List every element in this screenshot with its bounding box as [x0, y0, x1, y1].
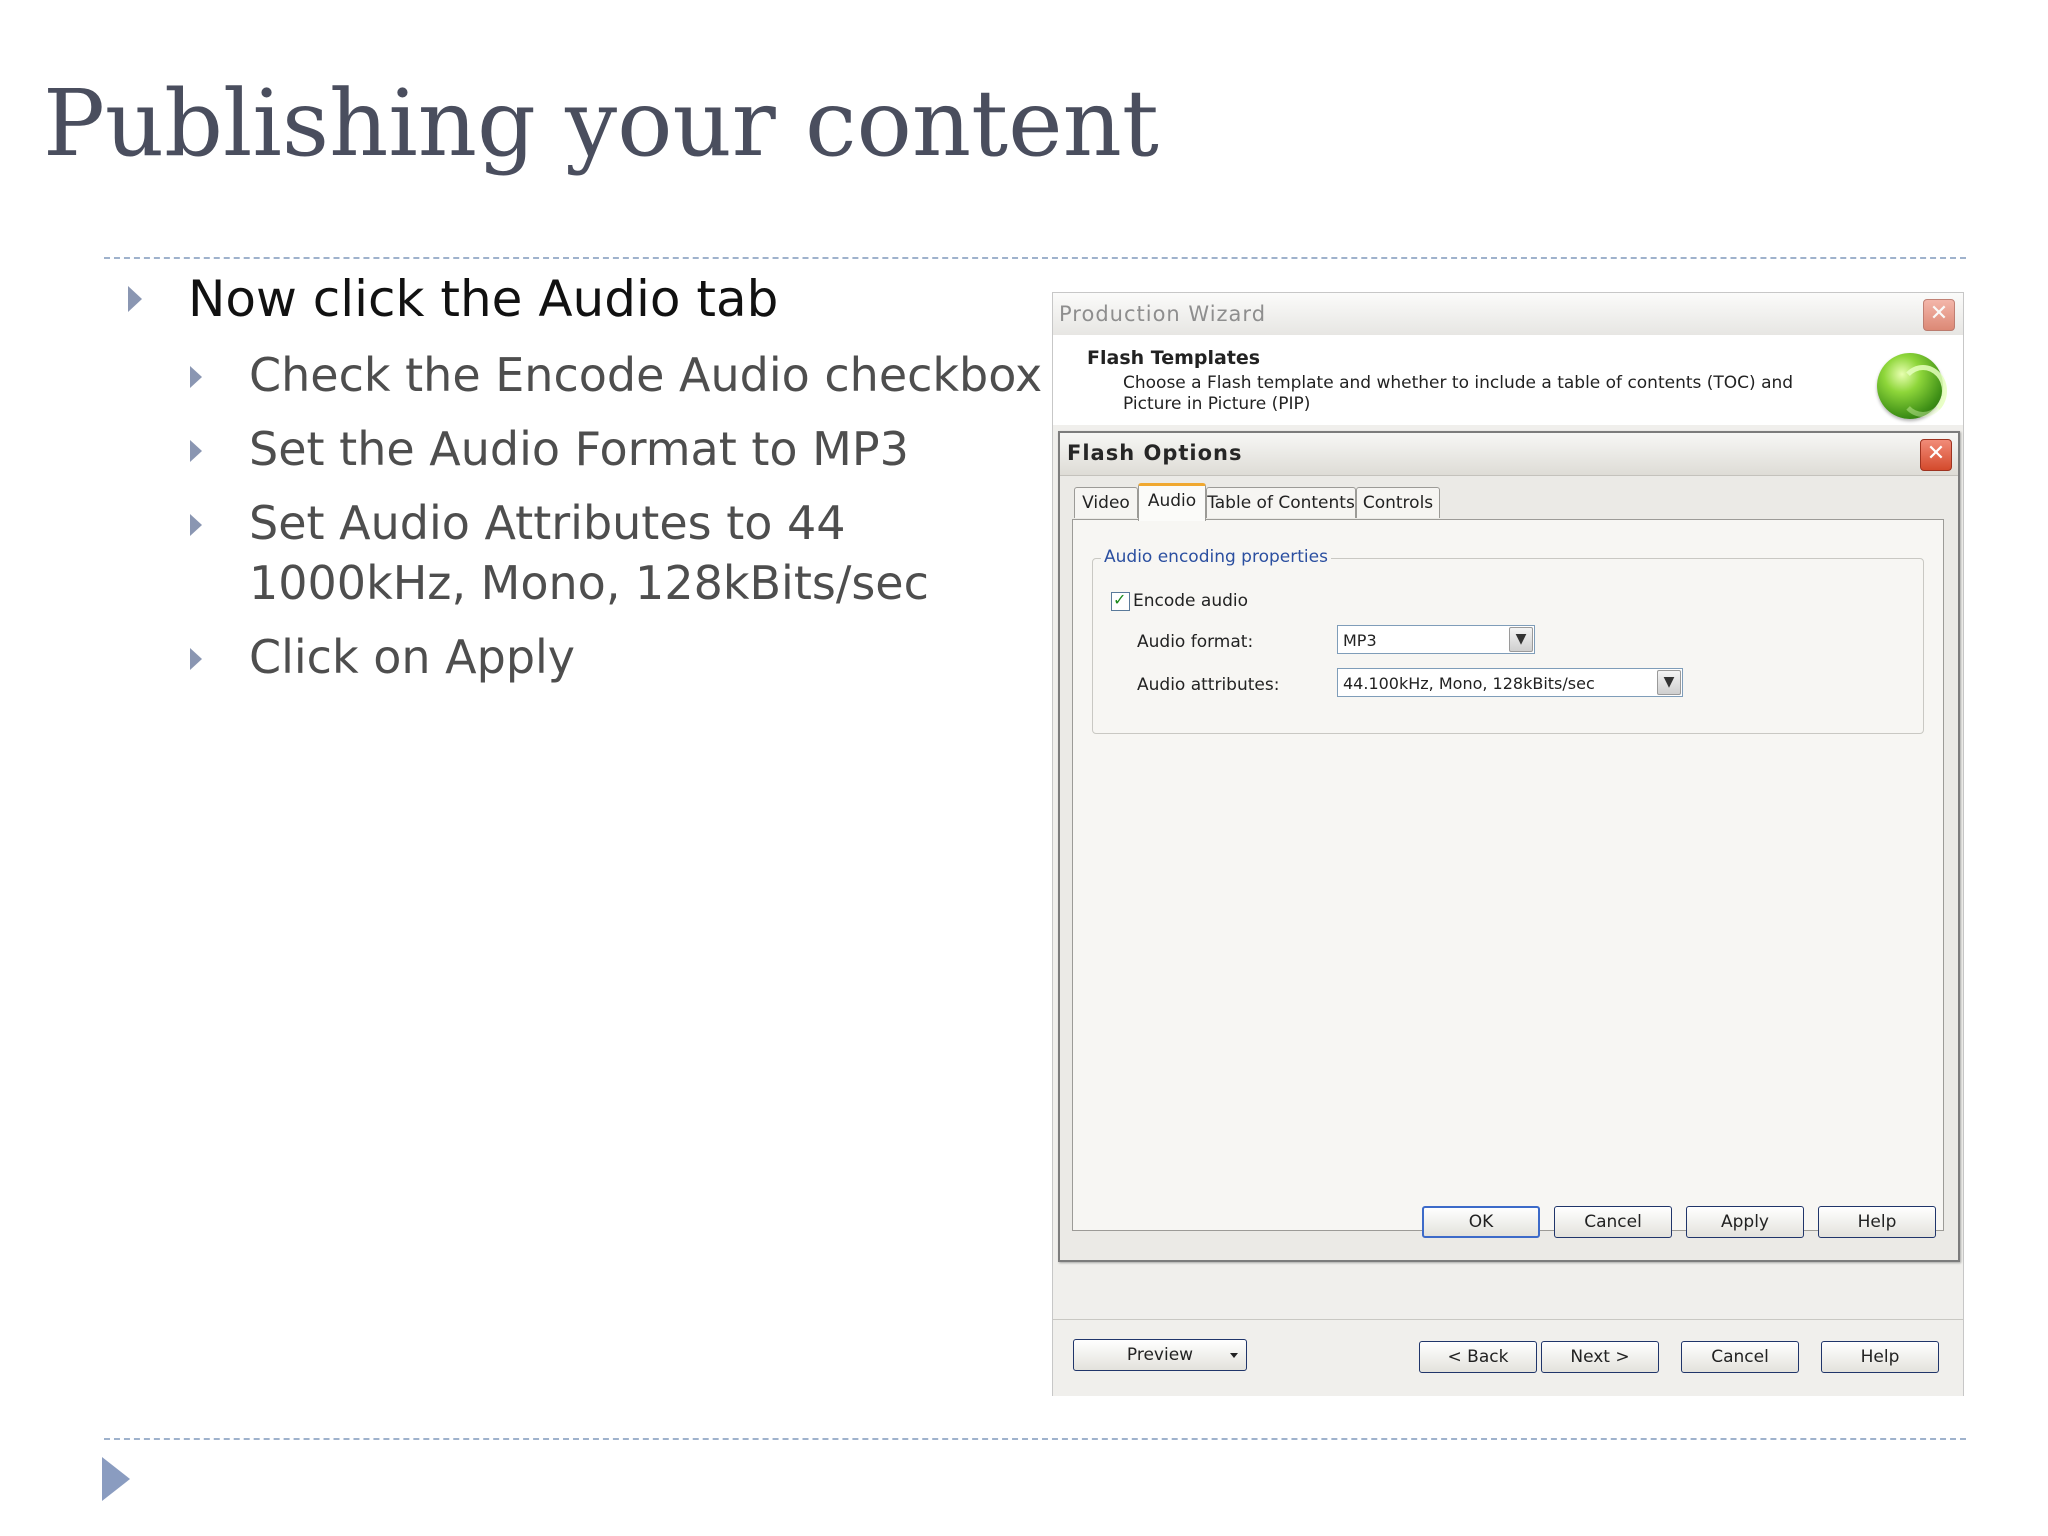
bottom-divider — [104, 1438, 1966, 1440]
audio-attributes-value: 44.100kHz, Mono, 128kBits/sec — [1343, 674, 1595, 693]
top-divider — [104, 257, 1966, 259]
chevron-down-icon[interactable]: ▼ — [1657, 670, 1681, 695]
wizard-help-button[interactable]: Help — [1821, 1341, 1939, 1373]
tab-table-of-contents[interactable]: Table of Contents — [1206, 487, 1356, 518]
encode-audio-checkbox[interactable]: ✓ — [1111, 590, 1130, 611]
audio-tab-panel: Audio encoding properties ✓ Encode audio… — [1072, 519, 1944, 1231]
chevron-down-icon[interactable]: ▼ — [1509, 627, 1533, 652]
globe-logo-icon — [1877, 353, 1947, 419]
audio-format-value: MP3 — [1343, 631, 1377, 650]
bullet-arrow-icon — [190, 366, 202, 388]
flash-options-title: Flash Options — [1067, 441, 1243, 465]
bullet-audio-tab: Now click the Audio tab — [188, 270, 779, 328]
apply-button[interactable]: Apply — [1686, 1206, 1804, 1238]
help-button[interactable]: Help — [1818, 1206, 1936, 1238]
bullet-arrow-icon — [128, 286, 142, 312]
tab-video[interactable]: Video — [1074, 487, 1138, 518]
tab-audio[interactable]: Audio — [1138, 483, 1206, 521]
bullet-encode-audio: Check the Encode Audio checkbox — [249, 348, 1043, 402]
audio-format-label: Audio format: — [1137, 632, 1254, 652]
group-label: Audio encoding properties — [1101, 547, 1331, 567]
bullet-click-apply: Click on Apply — [249, 630, 576, 684]
wizard-cancel-button[interactable]: Cancel — [1681, 1341, 1799, 1373]
audio-encoding-group: Audio encoding properties ✓ Encode audio… — [1092, 547, 1924, 734]
next-button[interactable]: Next > — [1541, 1341, 1659, 1373]
wizard-close-icon[interactable]: ✕ — [1923, 299, 1955, 331]
bullet-arrow-icon — [190, 514, 202, 536]
flash-options-titlebar: Flash Options ✕ — [1060, 433, 1958, 476]
wizard-titlebar: Production Wizard ✕ — [1053, 293, 1963, 335]
wizard-header-title: Flash Templates — [1087, 347, 1261, 369]
audio-attributes-label: Audio attributes: — [1137, 675, 1280, 695]
screenshot-image: Production Wizard ✕ Flash Templates Choo… — [1052, 288, 1970, 1396]
ok-button[interactable]: OK — [1422, 1206, 1540, 1238]
preview-label: Preview — [1126, 1345, 1194, 1365]
bullet-arrow-icon — [190, 440, 202, 462]
bullet-audio-format: Set the Audio Format to MP3 — [249, 422, 909, 476]
encode-audio-label[interactable]: Encode audio — [1133, 591, 1248, 611]
audio-attributes-select[interactable]: 44.100kHz, Mono, 128kBits/sec ▼ — [1337, 668, 1683, 697]
wizard-title: Production Wizard — [1059, 302, 1267, 326]
tab-controls[interactable]: Controls — [1356, 487, 1440, 518]
bullet-audio-attributes: Set Audio Attributes to 44 — [249, 496, 846, 550]
preview-dropdown-icon — [1230, 1353, 1238, 1358]
flash-options-dialog: Flash Options ✕ Video Audio Table of Con… — [1058, 431, 1960, 1262]
slide-title: Publishing your content — [43, 70, 1159, 177]
back-button[interactable]: < Back — [1419, 1341, 1537, 1373]
checkmark-icon: ✓ — [1113, 590, 1127, 609]
audio-format-select[interactable]: MP3 ▼ — [1337, 625, 1535, 654]
wizard-header: Flash Templates Choose a Flash template … — [1053, 335, 1963, 425]
flash-options-close-icon[interactable]: ✕ — [1920, 439, 1952, 471]
slide-nav-arrow-icon[interactable] — [102, 1457, 130, 1501]
slide: Publishing your content Now click the Au… — [0, 0, 2048, 1536]
bullet-arrow-icon — [190, 648, 202, 670]
wizard-footer-separator — [1053, 1319, 1963, 1320]
bullet-audio-attributes-cont: 1000kHz, Mono, 128kBits/sec — [249, 556, 929, 610]
cancel-button[interactable]: Cancel — [1554, 1206, 1672, 1238]
wizard-header-description: Choose a Flash template and whether to i… — [1123, 373, 1794, 414]
production-wizard-window: Production Wizard ✕ Flash Templates Choo… — [1052, 292, 1964, 1396]
preview-button[interactable]: Preview — [1073, 1339, 1247, 1371]
